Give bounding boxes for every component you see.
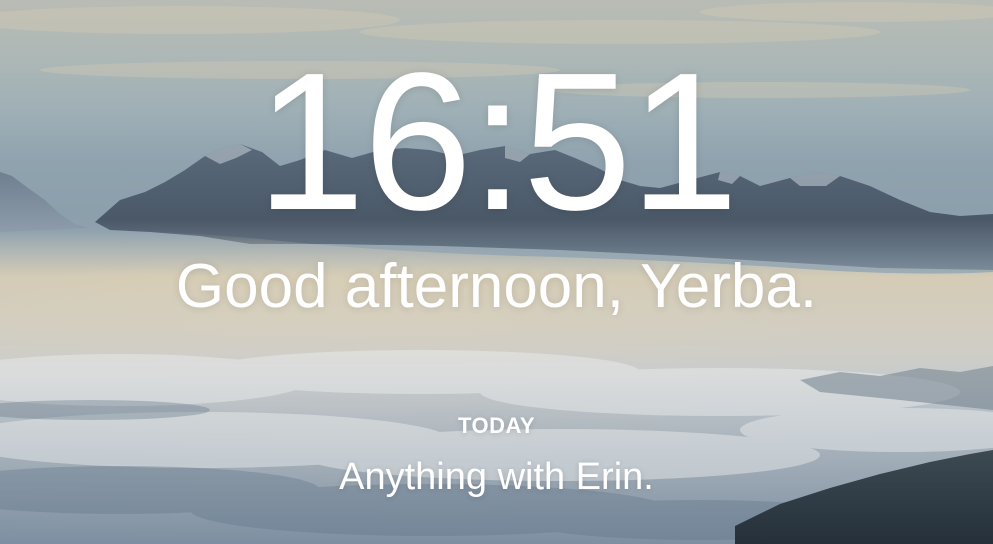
greeting-message[interactable]: Good afternoon, Yerba. (0, 252, 993, 322)
new-tab-dashboard: 16:51 Good afternoon, Yerba. TODAY Anyth… (0, 0, 993, 544)
daily-focus-text[interactable]: Anything with Erin. (0, 453, 993, 501)
dashboard-overlay: 16:51 Good afternoon, Yerba. TODAY Anyth… (0, 0, 993, 544)
clock-time: 16:51 (256, 32, 738, 251)
focus-label: TODAY (457, 413, 536, 438)
